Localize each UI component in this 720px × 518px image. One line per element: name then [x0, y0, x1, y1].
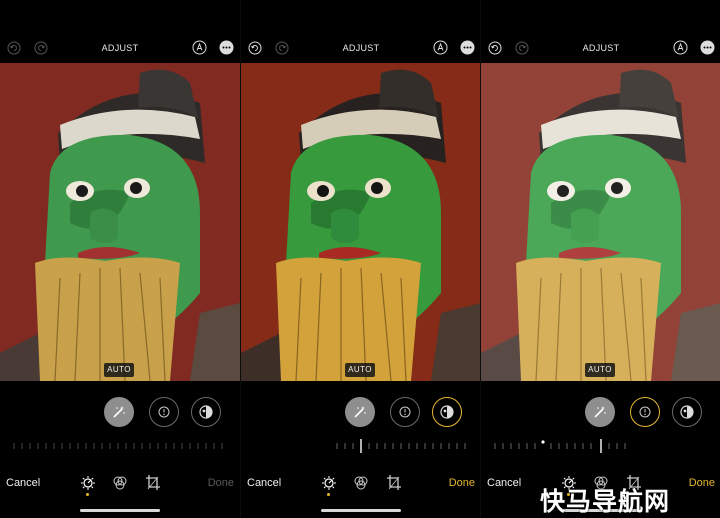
auto-enhance-button[interactable]: [585, 397, 615, 427]
top-bar: ADJUST: [481, 38, 720, 60]
bottom-bar: Cancel Done: [241, 474, 480, 496]
editor-panel-3: ADJUST AUTO Cancel Done: [480, 0, 720, 518]
auto-badge: AUTO: [585, 363, 615, 377]
photo-preview[interactable]: [241, 63, 480, 381]
active-tab-indicator: [327, 493, 330, 496]
cancel-button[interactable]: Cancel: [487, 477, 521, 489]
top-bar: ADJUST: [241, 38, 480, 60]
markup-icon[interactable]: [192, 40, 207, 55]
adjust-tools: [481, 397, 720, 429]
more-icon[interactable]: [700, 40, 715, 55]
crop-icon[interactable]: [145, 474, 161, 492]
more-icon[interactable]: [460, 40, 475, 55]
auto-badge: AUTO: [345, 363, 375, 377]
filters-icon[interactable]: [353, 474, 369, 492]
adjust-icon[interactable]: [321, 474, 337, 492]
photo-preview[interactable]: [481, 63, 720, 381]
bottom-bar: Cancel Done: [0, 474, 240, 496]
markup-icon[interactable]: [433, 40, 448, 55]
done-button[interactable]: Done: [208, 477, 234, 489]
adjust-tools: [241, 397, 480, 429]
done-button[interactable]: Done: [449, 477, 475, 489]
auto-badge: AUTO: [104, 363, 134, 377]
done-button[interactable]: Done: [689, 477, 715, 489]
exposure-icon: [158, 406, 170, 418]
brilliance-icon: [440, 405, 454, 419]
auto-enhance-button[interactable]: [345, 397, 375, 427]
markup-icon[interactable]: [673, 40, 688, 55]
magic-wand-icon: [594, 406, 606, 418]
cancel-button[interactable]: Cancel: [6, 477, 40, 489]
cancel-button[interactable]: Cancel: [247, 477, 281, 489]
editor-panel-1: ADJUST AUTO Cancel Done: [0, 0, 240, 518]
magic-wand-icon: [113, 406, 125, 418]
more-icon[interactable]: [219, 40, 234, 55]
filters-icon[interactable]: [112, 474, 128, 492]
home-indicator: [321, 509, 401, 512]
exposure-button[interactable]: [630, 397, 660, 427]
editor-panel-2: ADJUST AUTO Cancel Done: [240, 0, 480, 518]
editor-panels: ADJUST AUTO Cancel Done ADJUST AUTO Canc…: [0, 0, 720, 518]
auto-enhance-button[interactable]: [104, 397, 134, 427]
exposure-icon: [639, 406, 651, 418]
brilliance-button[interactable]: [191, 397, 221, 427]
brilliance-button[interactable]: [432, 397, 462, 427]
brilliance-icon: [199, 405, 213, 419]
adjustment-slider[interactable]: [241, 438, 480, 454]
adjustment-slider[interactable]: [481, 438, 720, 454]
brilliance-button[interactable]: [672, 397, 702, 427]
slider-origin-dot: [541, 440, 545, 444]
photo-preview[interactable]: [0, 63, 240, 381]
home-indicator: [80, 509, 160, 512]
adjust-icon[interactable]: [80, 474, 96, 492]
adjustment-slider[interactable]: [0, 438, 240, 454]
magic-wand-icon: [354, 406, 366, 418]
active-tab-indicator: [86, 493, 89, 496]
crop-icon[interactable]: [386, 474, 402, 492]
brilliance-icon: [680, 405, 694, 419]
adjust-tools: [0, 397, 240, 429]
exposure-icon: [399, 406, 411, 418]
watermark: 快马导航网: [540, 487, 671, 516]
exposure-button[interactable]: [149, 397, 179, 427]
top-bar: ADJUST: [0, 38, 240, 60]
exposure-button[interactable]: [390, 397, 420, 427]
